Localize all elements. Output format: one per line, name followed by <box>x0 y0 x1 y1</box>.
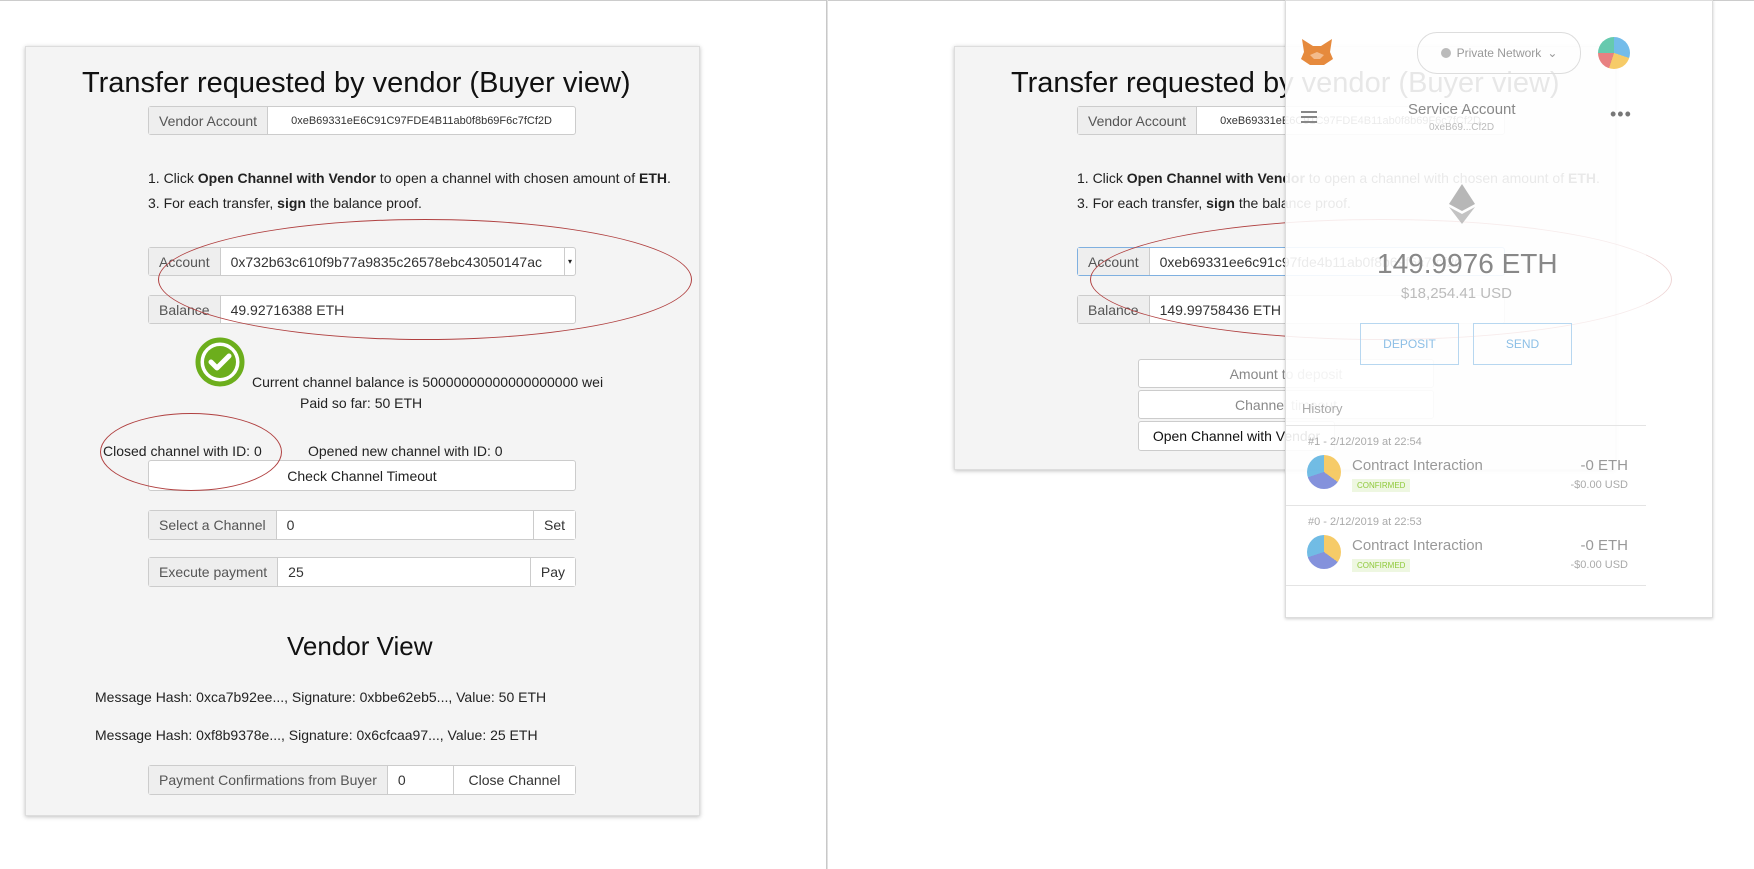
instruction-1-c: to open a channel with chosen amount of <box>375 170 639 186</box>
balance-usd: $18,254.41 USD <box>1401 285 1512 302</box>
send-label: SEND <box>1505 337 1540 351</box>
account-name[interactable]: Service Account <box>1408 101 1516 118</box>
message-1: Message Hash: 0xca7b92ee..., Signature: … <box>95 689 547 705</box>
more-options-icon[interactable]: ••• <box>1610 104 1632 125</box>
payment-confirmations-input[interactable]: 0 <box>388 766 454 794</box>
balance-eth: 149.9976 ETH <box>1377 248 1558 279</box>
hamburger-menu-icon[interactable] <box>1301 111 1317 123</box>
execute-payment-group: Execute payment 25 Pay <box>148 557 576 587</box>
help-circle-icon <box>1440 48 1451 58</box>
contract-pie-icon <box>1307 535 1341 569</box>
payment-confirmations-group: Payment Confirmations from Buyer 0 Close… <box>148 765 576 795</box>
contract-pie-icon <box>1307 455 1341 489</box>
select-channel-input[interactable]: 0 <box>277 511 533 539</box>
tx-header: #0 - 2/12/2019 at 22:53 <box>1308 516 1422 528</box>
deposit-label: DEPOSIT <box>1383 337 1436 351</box>
close-channel-button[interactable]: Close Channel <box>453 766 575 794</box>
instruction-1-a: 1. Click <box>148 170 198 186</box>
history-divider <box>1286 425 1646 426</box>
select-channel-group: Select a Channel 0 Set <box>148 510 576 540</box>
message-2: Message Hash: 0xf8b9378e..., Signature: … <box>95 727 538 743</box>
network-selector[interactable]: Private Network ⌄ <box>1417 32 1581 74</box>
check-circle-icon <box>195 337 245 387</box>
instruction-1-right-a: 1. Click <box>1077 170 1127 186</box>
instruction-2-right-a: 3. For each transfer, <box>1077 195 1207 211</box>
ethereum-logo-icon <box>1449 184 1475 224</box>
tx-status-badge: CONFIRMED <box>1352 559 1411 572</box>
execute-payment-input[interactable]: 25 <box>278 558 530 586</box>
tx-item[interactable]: #1 - 2/12/2019 at 22:54 Contract Interac… <box>1286 427 1646 506</box>
vendor-account-label-right: Vendor Account <box>1078 107 1198 134</box>
vendor-account-group: Vendor Account 0xeB69331eE6C91C97FDE4B11… <box>148 106 576 135</box>
channel-balance-text: Current channel balance is 5000000000000… <box>252 374 604 390</box>
fox-logo-icon <box>1300 37 1334 67</box>
network-name: Private Network <box>1456 46 1542 60</box>
tx-header: #1 - 2/12/2019 at 22:54 <box>1308 436 1422 448</box>
account-identicon[interactable] <box>1598 37 1630 69</box>
tx-amount-eth: -0 ETH <box>1580 537 1628 554</box>
deposit-button[interactable]: DEPOSIT <box>1360 323 1459 365</box>
tx-title: Contract Interaction <box>1352 457 1483 474</box>
vendor-account-field[interactable]: 0xeB69331eE6C91C97FDE4B11ab0f8b69F6c7fCf… <box>268 107 575 134</box>
tx-amount-usd: -$0.00 USD <box>1570 559 1628 571</box>
annotation-ellipse-closed-channel <box>100 413 282 491</box>
vendor-account-label: Vendor Account <box>149 107 269 134</box>
tx-status-badge: CONFIRMED <box>1352 479 1411 492</box>
metamask-popup: Private Network ⌄ Service Account 0xeB69… <box>1285 0 1713 618</box>
send-button[interactable]: SEND <box>1473 323 1572 365</box>
paid-so-far-text: Paid so far: 50 ETH <box>300 395 423 411</box>
execute-payment-label: Execute payment <box>149 558 279 586</box>
instruction-1-d: ETH <box>639 170 667 186</box>
instruction-1-e: . <box>667 170 671 186</box>
pay-button[interactable]: Pay <box>529 558 575 586</box>
tx-title: Contract Interaction <box>1352 537 1483 554</box>
instruction-2-a: 3. For each transfer, <box>148 195 278 211</box>
history-heading: History <box>1302 401 1343 416</box>
opened-channel-text: Opened new channel with ID: 0 <box>308 443 503 459</box>
annotation-ellipse-account <box>158 219 692 340</box>
account-address-short: 0xeB69...Cf2D <box>1429 122 1495 133</box>
tx-amount-eth: -0 ETH <box>1580 457 1628 474</box>
tx-item[interactable]: #0 - 2/12/2019 at 22:53 Contract Interac… <box>1286 507 1646 586</box>
select-channel-label: Select a Channel <box>149 511 277 539</box>
set-button[interactable]: Set <box>532 511 575 539</box>
window-divider <box>826 0 828 869</box>
tx-amount-usd: -$0.00 USD <box>1570 479 1628 491</box>
page-title: Transfer requested by vendor (Buyer view… <box>82 67 631 99</box>
instruction-1: 1. Click Open Channel with Vendor to ope… <box>148 170 671 186</box>
instruction-2: 3. For each transfer, sign the balance p… <box>148 195 422 211</box>
instruction-1-right-b: Open Channel with Vendor <box>1126 170 1305 186</box>
instruction-2-c: the balance proof. <box>305 195 422 211</box>
instruction-2-right-b: sign <box>1206 195 1235 211</box>
payment-confirmations-label: Payment Confirmations from Buyer <box>149 766 388 794</box>
vendor-view-heading: Vendor View <box>287 631 433 661</box>
instruction-2-b: sign <box>277 195 306 211</box>
instruction-1-b: Open Channel with Vendor <box>197 170 376 186</box>
chevron-down-icon: ⌄ <box>1547 46 1558 60</box>
